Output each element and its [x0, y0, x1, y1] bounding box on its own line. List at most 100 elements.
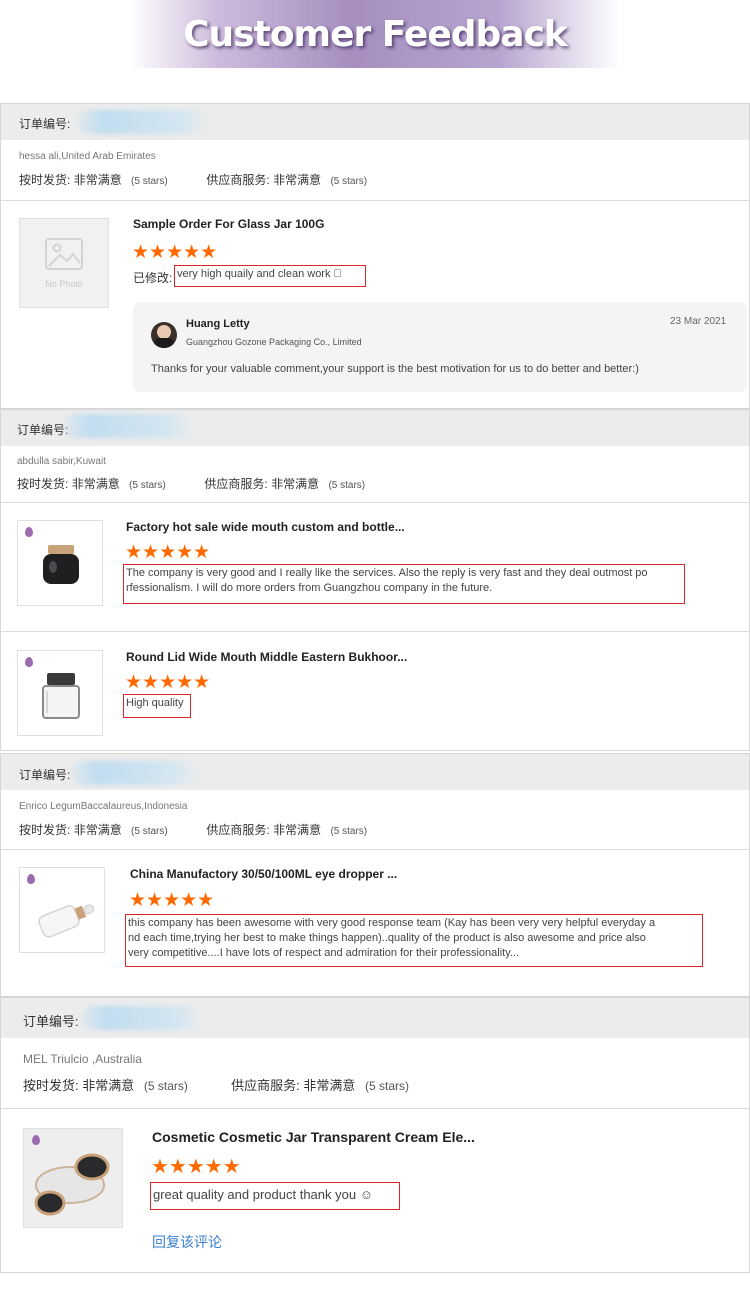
- dropper-bottle-icon: [38, 904, 95, 938]
- reply-author-name: Huang Letty: [186, 318, 250, 330]
- rating-stars: ★★★★★: [125, 671, 211, 693]
- on-time-label: 按时发货:: [17, 477, 69, 491]
- review-comment: this company has been awesome with very …: [125, 914, 703, 967]
- rating-summary: 按时发货: 非常满意 (5 stars) 供应商服务: 非常满意 (5 star…: [19, 171, 367, 188]
- buyer-info: hessa ali,United Arab Emirates: [19, 151, 156, 162]
- no-photo-text: No Photo: [45, 279, 83, 289]
- order-number-label: 订单编号:: [23, 1014, 79, 1029]
- order-header: 订单编号:: [1, 754, 749, 790]
- on-time-value: 非常满意: [82, 1078, 135, 1093]
- product-thumbnail[interactable]: [17, 650, 103, 736]
- buyer-info: MEL Triulcio ,Australia: [23, 1052, 142, 1066]
- divider: [1, 631, 749, 632]
- product-name[interactable]: China Manufactory 30/50/100ML eye droppe…: [130, 867, 397, 881]
- review-comment: very high quaily and clean work 􀀀: [174, 265, 366, 287]
- review-comment-line: this company has been awesome with very …: [128, 917, 656, 929]
- on-time-value: 非常满意: [73, 173, 122, 187]
- on-time-stars: (5 stars): [131, 176, 168, 187]
- on-time-stars: (5 stars): [143, 1079, 188, 1093]
- review-comment-line: very competitive....I have lots of respe…: [128, 947, 520, 959]
- supplier-service-label: 供应商服务:: [206, 173, 270, 187]
- banner: Customer Feedback: [0, 0, 750, 68]
- review-card: 订单编号: abdulla sabir,Kuwait 按时发货: 非常满意 (5…: [0, 409, 750, 751]
- review-comment-line: rfessionalism. I will do more orders fro…: [126, 582, 493, 594]
- glass-jar-icon: [42, 673, 80, 719]
- product-name[interactable]: Factory hot sale wide mouth custom and b…: [126, 520, 405, 534]
- order-number-label: 订单编号:: [17, 423, 69, 437]
- review-comment-text: High quality: [126, 697, 184, 709]
- review-comment-text: great quality and product thank you ☺: [153, 1187, 373, 1202]
- order-number-blurred: [63, 414, 193, 438]
- image-placeholder-icon: [45, 238, 83, 270]
- reply-to-review-link[interactable]: 回复该评论: [152, 1232, 222, 1252]
- black-jar-icon: [43, 545, 79, 584]
- on-time-value: 非常满意: [73, 823, 122, 837]
- divider: [1, 1108, 749, 1109]
- reply-text: Thanks for your valuable comment,your su…: [151, 363, 639, 375]
- rating-stars: ★★★★★: [151, 1154, 241, 1178]
- product-thumbnail[interactable]: No Photo: [19, 218, 109, 308]
- review-comment: High quality: [123, 694, 191, 718]
- divider: [1, 200, 749, 201]
- supplier-service-stars: (5 stars): [365, 1079, 410, 1093]
- product-thumbnail[interactable]: [19, 867, 105, 953]
- supplier-reply: Huang Letty Guangzhou Gozone Packaging C…: [133, 302, 747, 392]
- review-comment-line: The company is very good and I really li…: [126, 567, 648, 579]
- on-time-label: 按时发货:: [19, 823, 71, 837]
- review-comment: The company is very good and I really li…: [123, 564, 685, 604]
- review-comment-line: nd each time,trying her best to make thi…: [128, 932, 646, 944]
- order-number-label: 订单编号:: [19, 117, 71, 131]
- on-time-value: 非常满意: [71, 477, 120, 491]
- divider: [1, 849, 749, 850]
- on-time-label: 按时发货:: [19, 173, 71, 187]
- review-comment-text: very high quaily and clean work 􀀀: [177, 268, 342, 280]
- brand-logo-icon: [27, 874, 35, 884]
- brand-logo-icon: [32, 1135, 40, 1145]
- review-card: 订单编号: hessa ali,United Arab Emirates 按时发…: [0, 103, 750, 409]
- buyer-info: abdulla sabir,Kuwait: [17, 456, 106, 467]
- reply-company: Guangzhou Gozone Packaging Co., Limited: [186, 337, 362, 347]
- product-name[interactable]: Sample Order For Glass Jar 100G: [133, 217, 324, 231]
- avatar: [151, 322, 177, 348]
- order-number-blurred: [77, 110, 207, 134]
- supplier-service-stars: (5 stars): [330, 826, 368, 837]
- rating-stars: ★★★★★: [132, 241, 218, 263]
- rating-summary: 按时发货: 非常满意 (5 stars) 供应商服务: 非常满意 (5 star…: [19, 821, 367, 838]
- supplier-service-value: 非常满意: [303, 1078, 356, 1093]
- product-name[interactable]: Round Lid Wide Mouth Middle Eastern Bukh…: [126, 650, 407, 664]
- on-time-stars: (5 stars): [131, 826, 168, 837]
- review-card: 订单编号: MEL Triulcio ,Australia 按时发货: 非常满意…: [0, 997, 750, 1273]
- supplier-service-value: 非常满意: [273, 823, 322, 837]
- reply-date: 23 Mar 2021: [670, 316, 727, 327]
- divider: [1, 502, 749, 503]
- cream-jar-icon: [34, 1153, 110, 1216]
- supplier-service-label: 供应商服务:: [204, 477, 268, 491]
- supplier-service-stars: (5 stars): [328, 480, 366, 491]
- rating-summary: 按时发货: 非常满意 (5 stars) 供应商服务: 非常满意 (5 star…: [17, 475, 365, 492]
- banner-title: Customer Feedback: [183, 14, 568, 55]
- product-name[interactable]: Cosmetic Cosmetic Jar Transparent Cream …: [152, 1129, 475, 1145]
- supplier-service-value: 非常满意: [273, 173, 322, 187]
- brand-logo-icon: [25, 527, 33, 537]
- on-time-label: 按时发货:: [23, 1078, 79, 1093]
- supplier-service-label: 供应商服务:: [231, 1078, 300, 1093]
- order-number-blurred: [71, 761, 197, 785]
- product-thumbnail[interactable]: [23, 1128, 123, 1228]
- product-thumbnail[interactable]: [17, 520, 103, 606]
- supplier-service-value: 非常满意: [271, 477, 320, 491]
- review-comment: great quality and product thank you ☺: [150, 1182, 400, 1210]
- order-header: 订单编号:: [1, 410, 749, 446]
- buyer-info: Enrico LegumBaccalaureus,Indonesia: [19, 801, 188, 812]
- order-header: 订单编号:: [1, 998, 749, 1038]
- review-card: 订单编号: Enrico LegumBaccalaureus,Indonesia…: [0, 753, 750, 997]
- order-header: 订单编号:: [1, 104, 749, 140]
- modified-label: 已修改:: [133, 271, 173, 285]
- on-time-stars: (5 stars): [129, 480, 166, 491]
- supplier-service-stars: (5 stars): [330, 176, 368, 187]
- supplier-service-label: 供应商服务:: [206, 823, 270, 837]
- order-number-blurred: [81, 1006, 201, 1030]
- brand-logo-icon: [25, 657, 33, 667]
- rating-stars: ★★★★★: [129, 889, 215, 911]
- rating-summary: 按时发货: 非常满意 (5 stars) 供应商服务: 非常满意 (5 star…: [23, 1075, 409, 1094]
- order-number-label: 订单编号:: [19, 768, 71, 782]
